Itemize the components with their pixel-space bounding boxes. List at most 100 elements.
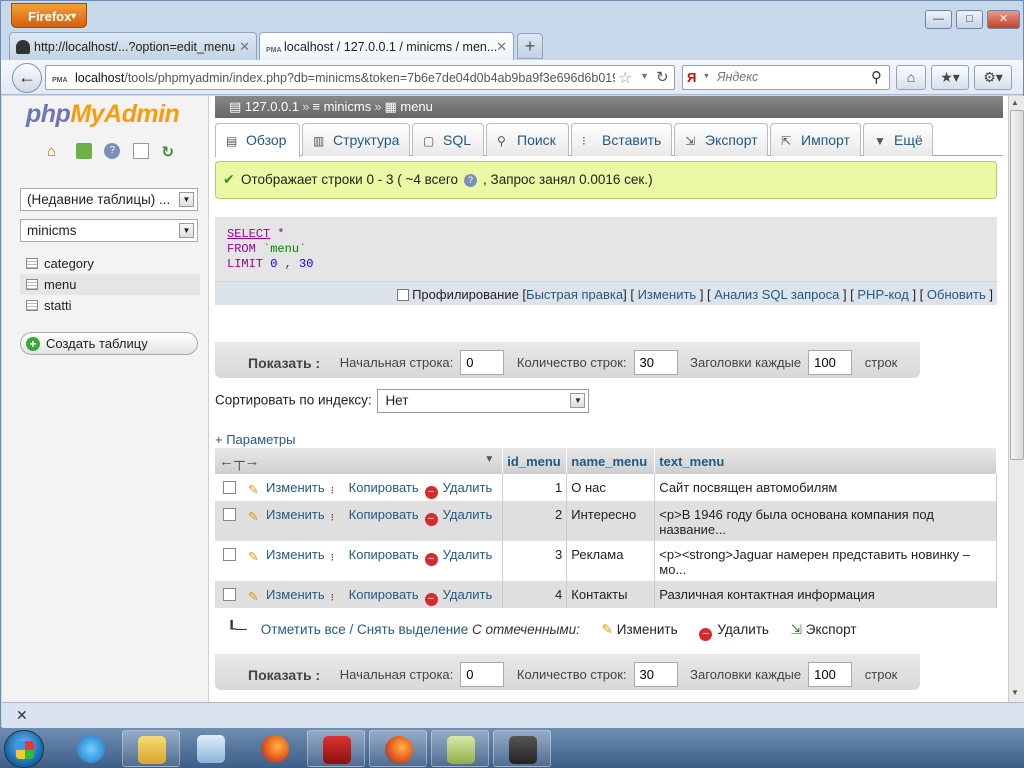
recent-tables-select[interactable]: (Недавние таблицы) ... ▼ xyxy=(20,188,198,211)
row-copy-link[interactable]: ⁝ Копировать xyxy=(331,507,419,524)
row-edit-link[interactable]: ✎ Изменить xyxy=(248,547,325,564)
sidebar-table-category[interactable]: category xyxy=(20,253,200,274)
sidebar-table-statti[interactable]: statti xyxy=(20,295,200,316)
reload-icon[interactable]: ↻ xyxy=(656,68,669,86)
start-button[interactable] xyxy=(4,730,44,768)
history-dropdown-icon[interactable]: ▼ xyxy=(640,71,649,81)
reload-icon[interactable]: ↻ xyxy=(162,143,178,161)
home-button[interactable]: ⌂ xyxy=(896,65,926,90)
close-window-button[interactable]: ✕ xyxy=(987,10,1020,29)
taskbar-firefox-2[interactable] xyxy=(369,730,427,767)
engine-dropdown-icon[interactable]: ▼ xyxy=(703,73,710,80)
help-icon[interactable]: ? xyxy=(104,143,121,159)
addon-button[interactable]: ⚙▾ xyxy=(974,65,1012,90)
row-checkbox[interactable] xyxy=(223,548,236,561)
sort-index-select[interactable]: Нет ▼ xyxy=(377,389,590,413)
maximize-button[interactable]: □ xyxy=(956,10,983,29)
row-edit-link[interactable]: ✎ Изменить xyxy=(248,587,325,604)
database-select[interactable]: minicms ▼ xyxy=(20,219,198,242)
cell-text[interactable]: <p><strong>Jaguar намерен представить но… xyxy=(654,541,997,581)
cell-id[interactable]: 3 xyxy=(502,541,568,581)
scrollbar-thumb[interactable] xyxy=(1010,110,1024,460)
cell-id[interactable]: 1 xyxy=(502,474,568,501)
column-header-name-menu[interactable]: name_menu xyxy=(566,448,656,474)
search-icon[interactable]: ⚲ xyxy=(871,68,882,86)
tab-structure[interactable]: ▥ Структура xyxy=(302,123,410,156)
tab-insert[interactable]: ⁝ Вставить xyxy=(571,123,672,156)
sql-select-keyword[interactable]: SELECT xyxy=(227,227,270,241)
tab-sql[interactable]: ▢ SQL xyxy=(412,123,484,156)
profiling-checkbox[interactable] xyxy=(397,289,410,301)
headers-every-input[interactable] xyxy=(808,350,853,375)
taskbar-explorer[interactable] xyxy=(122,730,180,767)
cell-id[interactable]: 4 xyxy=(502,581,568,608)
docs-icon[interactable] xyxy=(132,143,149,159)
bulk-export-button[interactable]: ⇲ Экспорт xyxy=(791,622,857,637)
start-row-input[interactable] xyxy=(460,662,505,687)
browser-tab-1[interactable]: http://localhost/...?option=edit_menu ✕ xyxy=(9,32,257,60)
close-find-bar-icon[interactable]: ✕ xyxy=(16,707,28,724)
home-icon[interactable]: ⌂ xyxy=(47,143,63,160)
browser-tab-2[interactable]: PMA localhost / 127.0.0.1 / minicms / me… xyxy=(259,32,514,60)
headers-every-input[interactable] xyxy=(808,662,853,687)
breadcrumb-table[interactable]: menu xyxy=(400,99,433,114)
close-tab-icon[interactable]: ✕ xyxy=(496,39,507,55)
row-checkbox[interactable] xyxy=(223,481,236,494)
tab-more[interactable]: ▼ Ещё xyxy=(863,123,933,156)
row-checkbox[interactable] xyxy=(223,508,236,521)
phpmyadmin-logo[interactable]: phpMyAdmin xyxy=(26,100,180,129)
breadcrumb-db[interactable]: minicms xyxy=(324,99,372,114)
create-table-button[interactable]: + Создать таблицу xyxy=(20,332,198,355)
search-bar[interactable]: Я ▼ ⚲ xyxy=(682,65,890,90)
scroll-down-icon[interactable]: ▼ xyxy=(1011,688,1019,697)
column-header-id-menu[interactable]: id_menu xyxy=(502,448,568,474)
cell-id[interactable]: 2 xyxy=(502,501,568,541)
new-tab-button[interactable]: + xyxy=(517,33,543,59)
start-row-input[interactable] xyxy=(460,350,505,375)
analyze-sql-link[interactable]: Анализ SQL запроса xyxy=(714,287,839,302)
taskbar-ie[interactable] xyxy=(62,730,120,767)
row-copy-link[interactable]: ⁝ Копировать xyxy=(331,547,419,564)
page-scrollbar[interactable]: ▲ ▼ xyxy=(1008,96,1024,702)
tab-import[interactable]: ⇱ Импорт xyxy=(770,123,861,156)
php-code-link[interactable]: PHP-код xyxy=(857,287,908,302)
row-copy-link[interactable]: ⁝ Копировать xyxy=(331,587,419,604)
sidebar-table-menu[interactable]: menu xyxy=(20,274,200,295)
cell-name[interactable]: Реклама xyxy=(566,541,656,581)
taskbar-media[interactable] xyxy=(182,730,240,767)
cell-name[interactable]: Интересно xyxy=(566,501,656,541)
cell-text[interactable]: Сайт посвящен автомобилям xyxy=(654,474,997,501)
row-delete-link[interactable]: – Удалить xyxy=(424,480,492,499)
row-copy-link[interactable]: ⁝ Копировать xyxy=(331,480,419,497)
breadcrumb-server[interactable]: 127.0.0.1 xyxy=(245,99,299,114)
bookmarks-button[interactable]: ★▾ xyxy=(931,65,969,90)
minimize-button[interactable]: — xyxy=(925,10,952,29)
bookmark-star-icon[interactable]: ☆ xyxy=(618,68,632,88)
row-delete-link[interactable]: – Удалить xyxy=(424,547,492,566)
back-button[interactable]: ← xyxy=(12,63,42,93)
rows-count-input[interactable] xyxy=(633,662,678,687)
column-header-text-menu[interactable]: text_menu xyxy=(654,448,997,474)
firefox-menu-button[interactable]: Firefox ▼ xyxy=(11,3,87,28)
tab-browse[interactable]: ▤ Обзор xyxy=(215,123,300,157)
cell-name[interactable]: О нас xyxy=(566,474,656,501)
help-icon[interactable]: ? xyxy=(464,173,478,187)
row-delete-link[interactable]: – Удалить xyxy=(424,507,492,526)
tab-search[interactable]: ⚲ Поиск xyxy=(486,123,569,156)
row-delete-link[interactable]: – Удалить xyxy=(424,587,492,606)
tab-export[interactable]: ⇲ Экспорт xyxy=(674,123,768,156)
row-edit-link[interactable]: ✎ Изменить xyxy=(248,507,325,524)
close-tab-icon[interactable]: ✕ xyxy=(239,39,250,55)
cell-text[interactable]: <p>В 1946 году была основана компания по… xyxy=(654,501,997,541)
chevron-down-icon[interactable]: ▼ xyxy=(484,454,494,465)
taskbar-firefox-1[interactable] xyxy=(246,730,304,767)
cell-name[interactable]: Контакты xyxy=(566,581,656,608)
taskbar-app-red[interactable] xyxy=(307,730,365,767)
taskbar-notes[interactable] xyxy=(431,730,489,767)
bulk-delete-button[interactable]: – Удалить xyxy=(699,622,769,641)
bulk-edit-button[interactable]: ✎ Изменить xyxy=(602,622,678,637)
deselect-all-link[interactable]: Снять выделение xyxy=(357,622,468,637)
url-bar[interactable]: PMA localhost/tools/phpmyadmin/index.php… xyxy=(45,65,675,90)
rows-count-input[interactable] xyxy=(633,350,678,375)
cell-text[interactable]: Различная контактная информация xyxy=(654,581,997,608)
